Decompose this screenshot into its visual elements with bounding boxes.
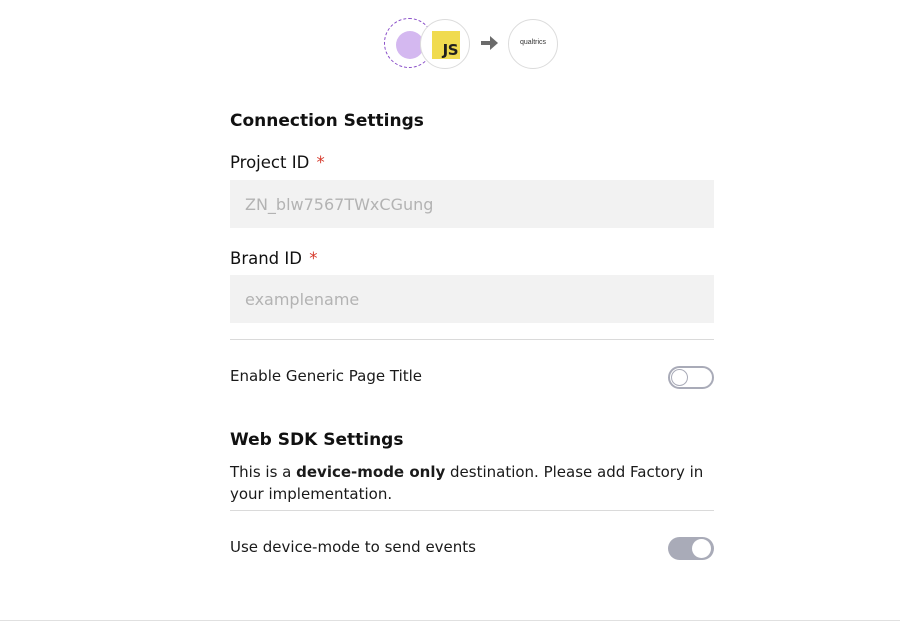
device-mode-toggle[interactable] (668, 537, 714, 560)
project-id-label-text: Project ID (230, 153, 310, 172)
footer-divider (0, 620, 900, 621)
connection-logos: JS qualtrics (384, 18, 560, 70)
description-bold: device-mode only (296, 463, 446, 481)
required-asterisk: * (309, 249, 318, 268)
generic-page-title-label: Enable Generic Page Title (230, 367, 423, 385)
project-id-label: Project ID * (230, 153, 325, 172)
brand-id-input[interactable] (230, 275, 714, 323)
connection-settings-title: Connection Settings (230, 111, 424, 131)
section-divider (230, 339, 714, 340)
project-id-input[interactable] (230, 180, 714, 228)
javascript-icon: JS (420, 19, 470, 69)
toggle-knob (692, 539, 711, 558)
generic-page-title-toggle[interactable] (668, 366, 714, 389)
destination-settings-page: JS qualtrics Connection Settings Project… (0, 0, 900, 624)
brand-id-label: Brand ID * (230, 249, 317, 268)
description-prefix: This is a (230, 463, 297, 481)
device-mode-description: This is a device-mode only destination. … (230, 461, 714, 505)
brand-id-label-text: Brand ID (230, 249, 302, 268)
javascript-badge: JS (432, 31, 460, 59)
arrow-right-icon (481, 36, 498, 50)
qualtrics-logo: qualtrics (508, 19, 558, 69)
section-divider (230, 510, 714, 511)
required-asterisk: * (316, 153, 325, 172)
javascript-badge-text: JS (442, 41, 459, 59)
web-sdk-settings-title: Web SDK Settings (230, 430, 404, 450)
toggle-knob (671, 369, 688, 386)
device-mode-label: Use device-mode to send events (230, 538, 476, 556)
qualtrics-logo-text: qualtrics (519, 39, 547, 46)
